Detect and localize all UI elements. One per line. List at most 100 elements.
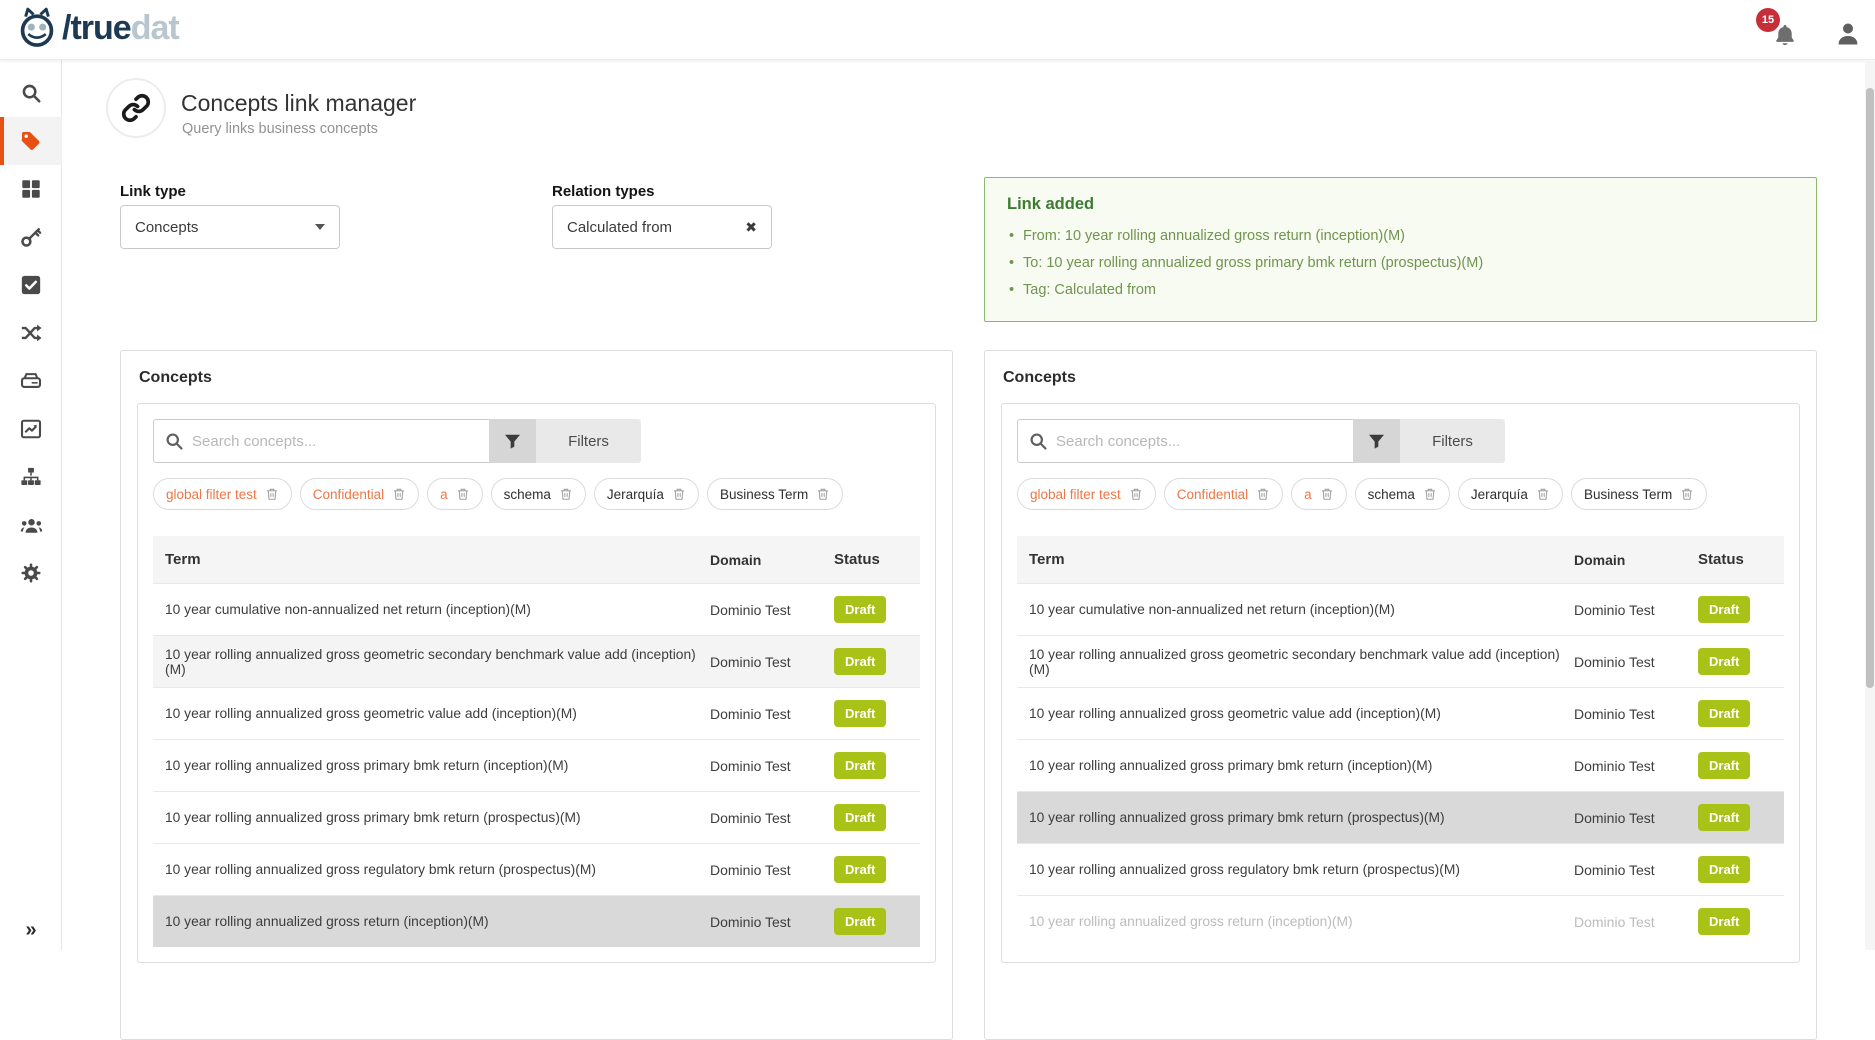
delete-filter-button[interactable] xyxy=(1129,487,1143,501)
filter-chip: schema xyxy=(1355,478,1450,510)
concept-row[interactable]: 10 year rolling annualized gross geometr… xyxy=(1017,635,1784,687)
topbar: /truedat 15 xyxy=(0,0,1875,60)
status-badge: Draft xyxy=(834,648,886,675)
delete-filter-button[interactable] xyxy=(816,487,830,501)
truedat-logo[interactable]: /truedat xyxy=(16,7,179,49)
gear-icon xyxy=(20,562,42,584)
concept-row[interactable]: 10 year rolling annualized gross primary… xyxy=(1017,739,1784,791)
trash-icon xyxy=(1256,487,1270,501)
concepts-panel-right: Concepts Filters global filter test Conf… xyxy=(984,350,1817,1040)
delete-filter-button[interactable] xyxy=(672,487,686,501)
sidebar-expand-button[interactable]: » xyxy=(0,919,62,942)
owl-icon xyxy=(16,7,58,49)
filter-chip: Confidential xyxy=(300,478,419,510)
col-domain: Domain xyxy=(1574,552,1698,568)
delete-filter-button[interactable] xyxy=(392,487,406,501)
sidebar-item-relations[interactable] xyxy=(0,309,62,357)
delete-filter-button[interactable] xyxy=(1536,487,1550,501)
trash-icon xyxy=(1423,487,1437,501)
shuffle-icon xyxy=(20,322,42,344)
sidebar-item-users[interactable] xyxy=(0,501,62,549)
delete-filter-button[interactable] xyxy=(1256,487,1270,501)
clear-icon[interactable]: ✖ xyxy=(745,219,757,236)
filter-chip: Business Term xyxy=(1571,478,1707,510)
search-concepts-input[interactable] xyxy=(153,419,489,463)
notifications-button[interactable]: 15 xyxy=(1768,18,1802,52)
chip-label: global filter test xyxy=(166,487,257,502)
status-badge: Draft xyxy=(834,752,886,779)
link-type-select[interactable]: Concepts xyxy=(120,205,340,249)
user-menu-button[interactable] xyxy=(1833,19,1863,49)
sidebar-item-settings[interactable] xyxy=(0,549,62,597)
link-added-alert: Link added From: 10 year rolling annuali… xyxy=(984,177,1817,322)
col-status: Status xyxy=(1698,551,1784,568)
sidebar-item-concepts[interactable] xyxy=(0,117,62,165)
concept-row[interactable]: 10 year rolling annualized gross regulat… xyxy=(153,843,920,895)
delete-filter-button[interactable] xyxy=(1680,487,1694,501)
chip-label: a xyxy=(440,487,448,502)
sidebar-item-dashboard[interactable] xyxy=(0,165,62,213)
concept-row-disabled[interactable]: 10 year rolling annualized gross return … xyxy=(1017,895,1784,947)
delete-filter-button[interactable] xyxy=(559,487,573,501)
status-badge: Draft xyxy=(1698,804,1750,831)
notification-badge: 15 xyxy=(1756,8,1780,32)
chip-label: global filter test xyxy=(1030,487,1121,502)
filters-button[interactable]: Filters xyxy=(1400,419,1505,463)
scrollbar-thumb[interactable] xyxy=(1866,88,1874,688)
link-type-value: Concepts xyxy=(135,219,198,236)
status-badge: Draft xyxy=(1698,596,1750,623)
chip-label: Jerarquía xyxy=(1471,487,1528,502)
concepts-table: Term Domain Status 10 year cumulative no… xyxy=(1017,536,1784,947)
trash-icon xyxy=(456,487,470,501)
sidebar-item-permissions[interactable] xyxy=(0,213,62,261)
trash-icon xyxy=(1129,487,1143,501)
sidebar-item-rules[interactable] xyxy=(0,261,62,309)
brand-text: /truedat xyxy=(62,9,179,48)
concept-row[interactable]: 10 year rolling annualized gross primary… xyxy=(153,791,920,843)
caret-down-icon xyxy=(315,224,325,230)
link-icon xyxy=(121,93,151,123)
sidebar-item-search[interactable] xyxy=(0,69,62,117)
concept-row-selected[interactable]: 10 year rolling annualized gross return … xyxy=(153,895,920,947)
chip-label: schema xyxy=(504,487,551,502)
sidebar: » xyxy=(0,60,62,950)
filter-chip: Confidential xyxy=(1164,478,1283,510)
concept-row[interactable]: 10 year rolling annualized gross geometr… xyxy=(1017,687,1784,739)
concept-row[interactable]: 10 year rolling annualized gross geometr… xyxy=(153,635,920,687)
concept-row[interactable]: 10 year cumulative non-annualized net re… xyxy=(1017,583,1784,635)
concept-row[interactable]: 10 year cumulative non-annualized net re… xyxy=(153,583,920,635)
chip-label: Confidential xyxy=(1177,487,1248,502)
filter-chip: Jerarquía xyxy=(594,478,699,510)
sidebar-item-structures[interactable] xyxy=(0,357,62,405)
filter-funnel-button[interactable] xyxy=(1353,419,1400,463)
users-icon xyxy=(20,514,43,537)
funnel-icon xyxy=(503,432,522,451)
concept-row-selected[interactable]: 10 year rolling annualized gross primary… xyxy=(1017,791,1784,843)
concept-row[interactable]: 10 year rolling annualized gross geometr… xyxy=(153,687,920,739)
chart-icon xyxy=(20,418,42,440)
alert-line-to: To: 10 year rolling annualized gross pri… xyxy=(1007,250,1794,277)
grid-icon xyxy=(20,178,42,200)
delete-filter-button[interactable] xyxy=(1320,487,1334,501)
sidebar-item-quality[interactable] xyxy=(0,405,62,453)
sidebar-item-lineage[interactable] xyxy=(0,453,62,501)
relation-type-filter[interactable]: Calculated from ✖ xyxy=(552,205,772,249)
status-badge: Draft xyxy=(834,908,886,935)
concept-row[interactable]: 10 year rolling annualized gross primary… xyxy=(153,739,920,791)
delete-filter-button[interactable] xyxy=(1423,487,1437,501)
scrollbar-track[interactable] xyxy=(1865,60,1875,950)
status-badge: Draft xyxy=(1698,908,1750,935)
status-badge: Draft xyxy=(1698,752,1750,779)
page-subtitle: Query links business concepts xyxy=(182,121,378,137)
delete-filter-button[interactable] xyxy=(265,487,279,501)
filters-button[interactable]: Filters xyxy=(536,419,641,463)
filter-funnel-button[interactable] xyxy=(489,419,536,463)
status-badge: Draft xyxy=(1698,700,1750,727)
search-concepts-input[interactable] xyxy=(1017,419,1353,463)
filter-chip: Business Term xyxy=(707,478,843,510)
concept-row[interactable]: 10 year rolling annualized gross regulat… xyxy=(1017,843,1784,895)
chip-label: schema xyxy=(1368,487,1415,502)
delete-filter-button[interactable] xyxy=(456,487,470,501)
page-title: Concepts link manager xyxy=(181,90,416,117)
concepts-table: Term Domain Status 10 year cumulative no… xyxy=(153,536,920,947)
